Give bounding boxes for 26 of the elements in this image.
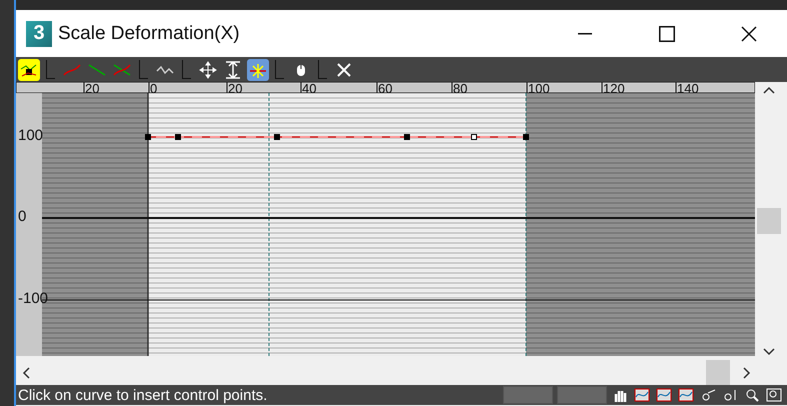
- ruler-label: 40: [302, 83, 316, 94]
- deformation-curve[interactable]: [145, 134, 529, 140]
- tool-button[interactable]: [247, 58, 269, 80]
- close-icon[interactable]: [741, 26, 757, 42]
- scroll-up-icon[interactable]: [763, 86, 775, 94]
- scroll-thumb[interactable]: [757, 208, 781, 234]
- scroll-right-icon[interactable]: [743, 366, 751, 378]
- axis-label: 0: [18, 208, 26, 225]
- scroll-left-icon[interactable]: [22, 366, 30, 378]
- scroll-thumb[interactable]: [706, 360, 730, 385]
- zoom-region-icon[interactable]: [765, 387, 783, 403]
- minimize-icon[interactable]: [578, 32, 592, 34]
- move-icon: [197, 58, 219, 80]
- maximize-icon[interactable]: [659, 26, 675, 42]
- window-title: Scale Deformation(X): [58, 22, 241, 44]
- app-logo: 3: [26, 20, 52, 46]
- value-field[interactable]: [557, 386, 607, 404]
- value-field[interactable]: [503, 386, 553, 404]
- zoom-extents-icon[interactable]: [655, 387, 673, 403]
- axis-label: -100: [18, 290, 48, 307]
- status-message: Click on curve to insert control points.: [17, 386, 268, 404]
- axis-label: 100: [18, 127, 44, 144]
- zoom-extents-icon[interactable]: [633, 387, 651, 403]
- scroll-down-icon[interactable]: [763, 348, 775, 356]
- zoom-extents-icon[interactable]: [677, 387, 695, 403]
- tool-button[interactable]: [197, 58, 219, 80]
